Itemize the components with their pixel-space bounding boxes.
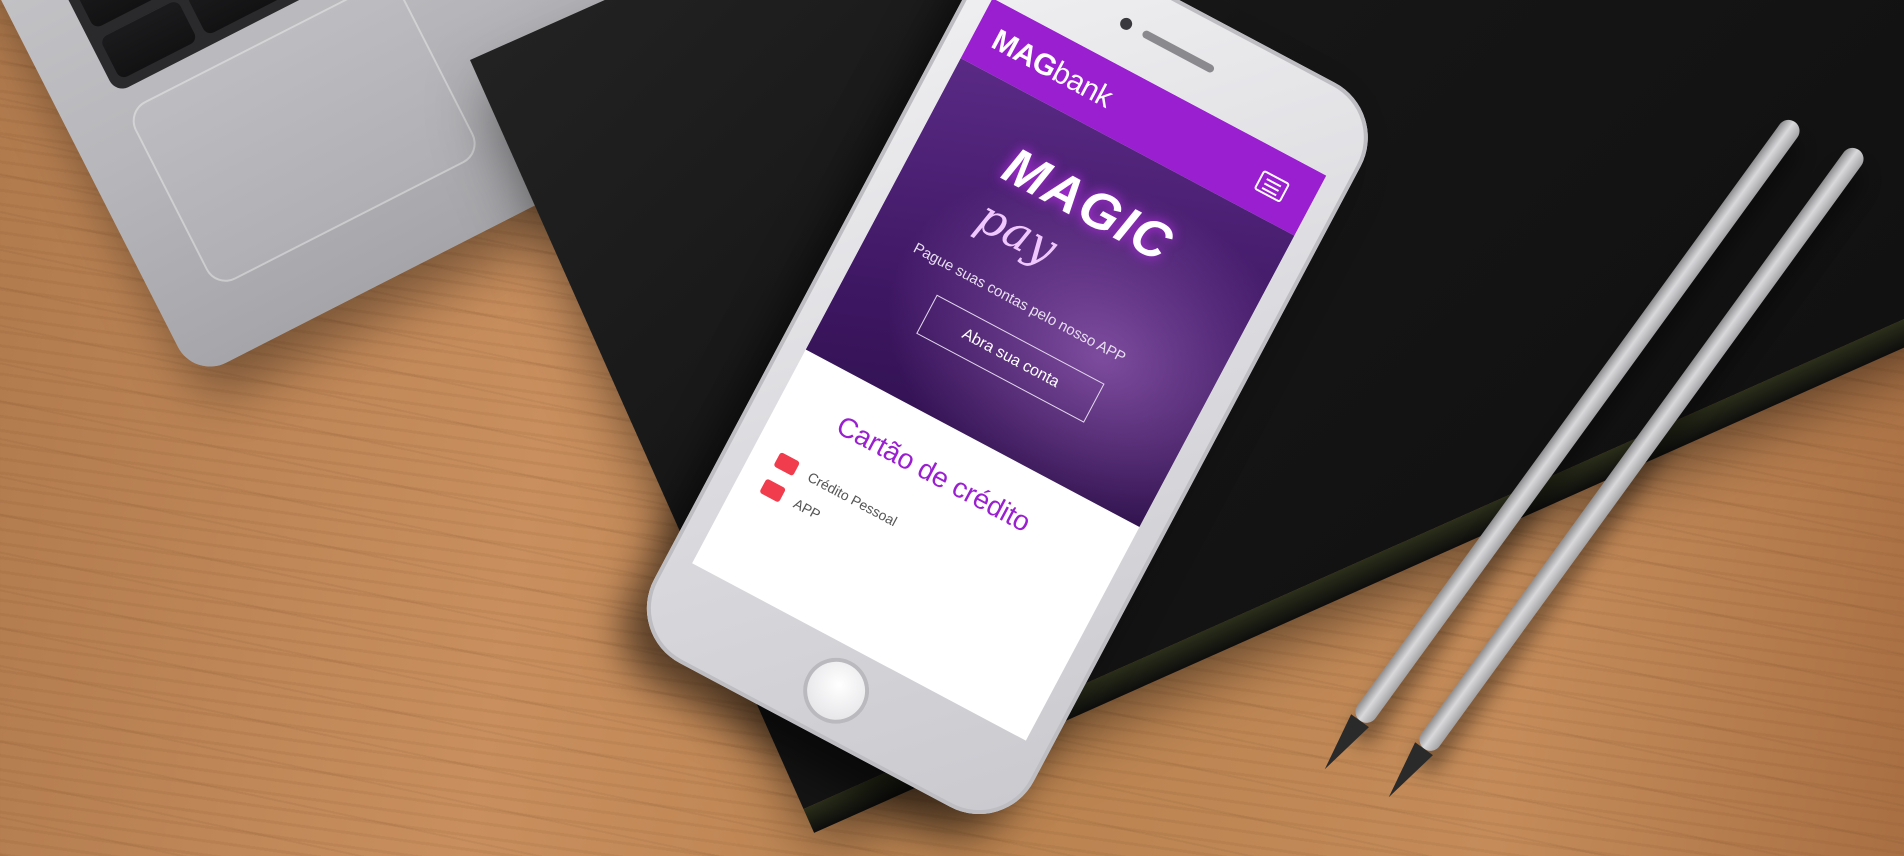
- product-list: Crédito Pessoal APP: [753, 451, 900, 568]
- pencil-tip: [1315, 714, 1369, 776]
- card-icon: [773, 451, 801, 477]
- hamburger-menu-icon[interactable]: [1253, 169, 1291, 204]
- photo-scene: MAGbank MAGIC pay Pague suas contas pelo…: [0, 0, 1904, 856]
- key: [185, 0, 285, 36]
- list-item-label: APP: [790, 495, 824, 523]
- brand-logo-light: bank: [1046, 55, 1118, 115]
- earpiece-speaker: [1141, 29, 1216, 74]
- home-button[interactable]: [791, 646, 881, 736]
- open-account-button[interactable]: Abra sua conta: [916, 294, 1105, 423]
- phone-icon: [759, 478, 787, 503]
- front-camera-icon: [1118, 15, 1135, 32]
- pencil-tip: [1379, 742, 1433, 804]
